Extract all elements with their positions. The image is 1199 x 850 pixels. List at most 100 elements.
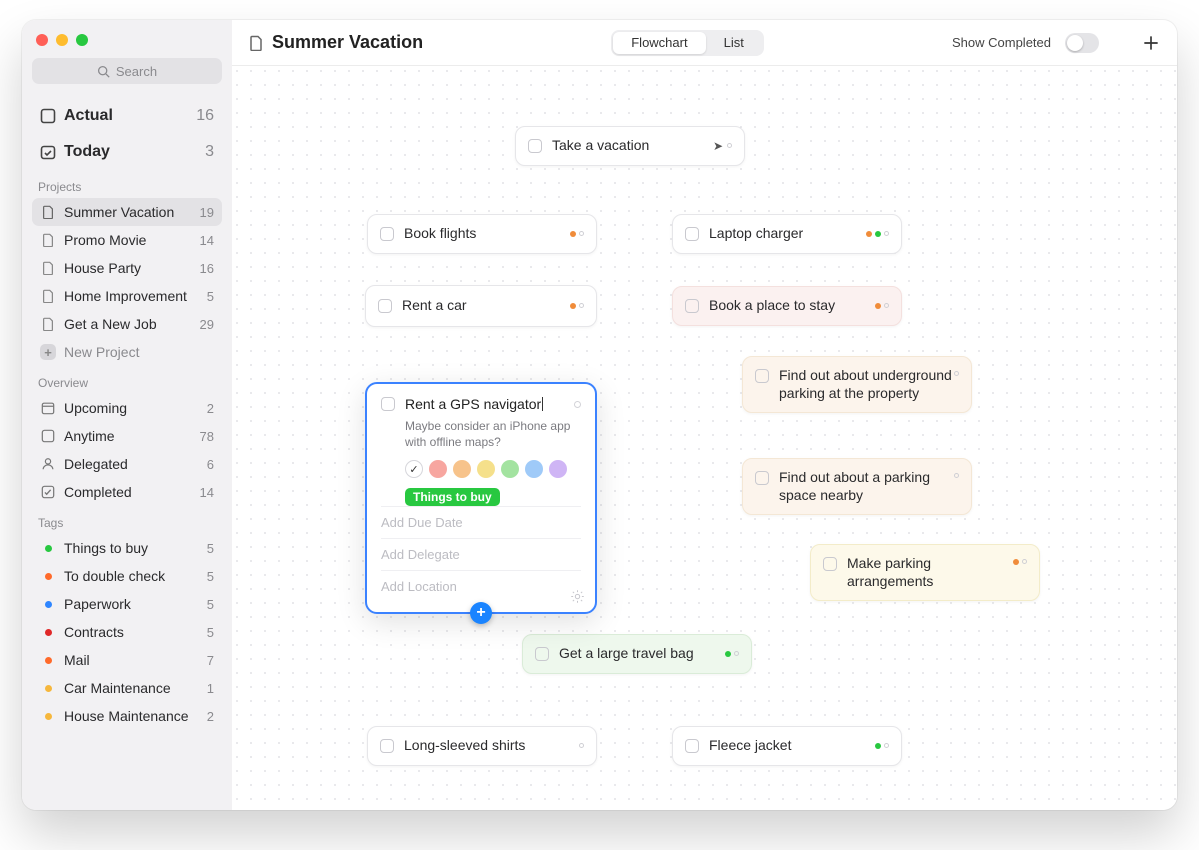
check-square-icon xyxy=(40,484,56,500)
status-dots xyxy=(875,743,889,749)
checkbox-icon[interactable] xyxy=(535,647,549,661)
task-title-input[interactable]: Rent a GPS navigator xyxy=(405,396,574,412)
sidebar: Search Actual 16 Today 3 Projects Summer… xyxy=(22,20,232,810)
node-book-flights[interactable]: Book flights xyxy=(367,214,597,254)
sidebar-project-home-improvement[interactable]: Home Improvement 5 xyxy=(32,282,222,310)
show-completed-toggle[interactable] xyxy=(1065,33,1099,53)
tag-dot-icon xyxy=(45,601,52,608)
main-area: Summer Vacation Flowchart List Show Comp… xyxy=(232,20,1177,810)
document-icon xyxy=(40,260,56,276)
window-traffic-lights xyxy=(32,28,222,58)
sidebar-project-house-party[interactable]: House Party 16 xyxy=(32,254,222,282)
checkbox-icon[interactable] xyxy=(823,557,837,571)
sidebar-actual[interactable]: Actual 16 xyxy=(32,98,222,134)
new-project-button[interactable]: + New Project xyxy=(32,338,222,366)
status-dot xyxy=(574,401,581,408)
color-none[interactable] xyxy=(405,460,423,478)
document-icon xyxy=(40,232,56,248)
tab-flowchart[interactable]: Flowchart xyxy=(613,32,705,54)
checkbox-icon[interactable] xyxy=(380,227,394,241)
sidebar-delegated[interactable]: Delegated 6 xyxy=(32,450,222,478)
sidebar-project-promo-movie[interactable]: Promo Movie 14 xyxy=(32,226,222,254)
top-bar: Summer Vacation Flowchart List Show Comp… xyxy=(232,20,1177,66)
node-underground-parking[interactable]: Find out about underground parking at th… xyxy=(742,356,972,413)
checkbox-icon[interactable] xyxy=(755,471,769,485)
node-make-parking[interactable]: Make parking arrangements xyxy=(810,544,1040,601)
status-dots xyxy=(866,231,889,237)
calendar-icon xyxy=(40,400,56,416)
node-book-a-place-to-stay[interactable]: Book a place to stay xyxy=(672,286,902,326)
sidebar-tag-contracts[interactable]: Contracts 5 xyxy=(32,618,222,646)
color-purple[interactable] xyxy=(549,460,567,478)
node-rent-a-car[interactable]: Rent a car xyxy=(365,285,597,327)
document-icon xyxy=(248,35,264,51)
color-green[interactable] xyxy=(501,460,519,478)
show-completed-label: Show Completed xyxy=(952,35,1051,50)
sidebar-completed[interactable]: Completed 14 xyxy=(32,478,222,506)
tab-list[interactable]: List xyxy=(706,32,762,54)
page-title: Summer Vacation xyxy=(248,32,423,53)
node-fleece-jacket[interactable]: Fleece jacket xyxy=(672,726,902,766)
sidebar-project-summer-vacation[interactable]: Summer Vacation 19 xyxy=(32,198,222,226)
color-blue[interactable] xyxy=(525,460,543,478)
checkbox-icon[interactable] xyxy=(528,139,542,153)
location-icon: ➤ xyxy=(713,139,723,153)
sidebar-project-get-a-new-job[interactable]: Get a New Job 29 xyxy=(32,310,222,338)
task-tag-chip[interactable]: Things to buy xyxy=(405,488,500,506)
checkbox-icon[interactable] xyxy=(685,739,699,753)
checkbox-icon[interactable] xyxy=(378,299,392,313)
status-dots xyxy=(570,231,584,237)
checkbox-icon[interactable] xyxy=(381,397,395,411)
status-dots xyxy=(725,651,739,657)
document-icon xyxy=(40,288,56,304)
status-dots xyxy=(1013,559,1027,565)
add-location-field[interactable]: Add Location xyxy=(381,570,581,602)
status-dots xyxy=(875,303,889,309)
task-editor-card[interactable]: Rent a GPS navigator Maybe consider an i… xyxy=(365,382,597,614)
search-input[interactable]: Search xyxy=(32,58,222,84)
sidebar-anytime[interactable]: Anytime 78 xyxy=(32,422,222,450)
sidebar-tag-things-to-buy[interactable]: Things to buy 5 xyxy=(32,534,222,562)
add-delegate-field[interactable]: Add Delegate xyxy=(381,538,581,570)
zoom-window-button[interactable] xyxy=(76,34,88,46)
view-segmented-control: Flowchart List xyxy=(611,30,764,56)
sidebar-upcoming[interactable]: Upcoming 2 xyxy=(32,394,222,422)
checkbox-icon[interactable] xyxy=(755,369,769,383)
tag-dot-icon xyxy=(45,629,52,636)
node-parking-nearby[interactable]: Find out about a parking space nearby xyxy=(742,458,972,515)
checkbox-icon[interactable] xyxy=(685,227,699,241)
gear-icon[interactable] xyxy=(570,589,585,604)
sidebar-tag-car-maintenance[interactable]: Car Maintenance 1 xyxy=(32,674,222,702)
sidebar-tag-mail[interactable]: Mail 7 xyxy=(32,646,222,674)
flowchart-canvas[interactable]: Take a vacation ➤ Book flights Laptop ch… xyxy=(232,66,1177,810)
tags-header: Tags xyxy=(32,506,222,534)
add-due-date-field[interactable]: Add Due Date xyxy=(381,506,581,538)
document-icon xyxy=(40,204,56,220)
close-window-button[interactable] xyxy=(36,34,48,46)
person-icon xyxy=(40,456,56,472)
add-task-button[interactable] xyxy=(1141,33,1161,53)
task-note[interactable]: Maybe consider an iPhone app with offlin… xyxy=(405,418,581,450)
color-orange[interactable] xyxy=(453,460,471,478)
add-subtask-button[interactable]: + xyxy=(470,602,492,624)
node-laptop-charger[interactable]: Laptop charger xyxy=(672,214,902,254)
status-dot xyxy=(954,371,959,376)
minimize-window-button[interactable] xyxy=(56,34,68,46)
sidebar-tag-paperwork[interactable]: Paperwork 5 xyxy=(32,590,222,618)
tag-dot-icon xyxy=(45,573,52,580)
tag-dot-icon xyxy=(45,685,52,692)
node-long-sleeved-shirts[interactable]: Long-sleeved shirts xyxy=(367,726,597,766)
node-take-a-vacation[interactable]: Take a vacation ➤ xyxy=(515,126,745,166)
projects-header: Projects xyxy=(32,170,222,198)
checkbox-icon[interactable] xyxy=(380,739,394,753)
sidebar-tag-to-double-check[interactable]: To double check 5 xyxy=(32,562,222,590)
node-travel-bag[interactable]: Get a large travel bag xyxy=(522,634,752,674)
plus-icon: + xyxy=(40,344,56,360)
color-red[interactable] xyxy=(429,460,447,478)
sidebar-today[interactable]: Today 3 xyxy=(32,134,222,170)
color-yellow[interactable] xyxy=(477,460,495,478)
status-dot xyxy=(954,473,959,478)
sidebar-tag-house-maintenance[interactable]: House Maintenance 2 xyxy=(32,702,222,730)
checkbox-icon[interactable] xyxy=(685,299,699,313)
connectors xyxy=(232,66,532,216)
